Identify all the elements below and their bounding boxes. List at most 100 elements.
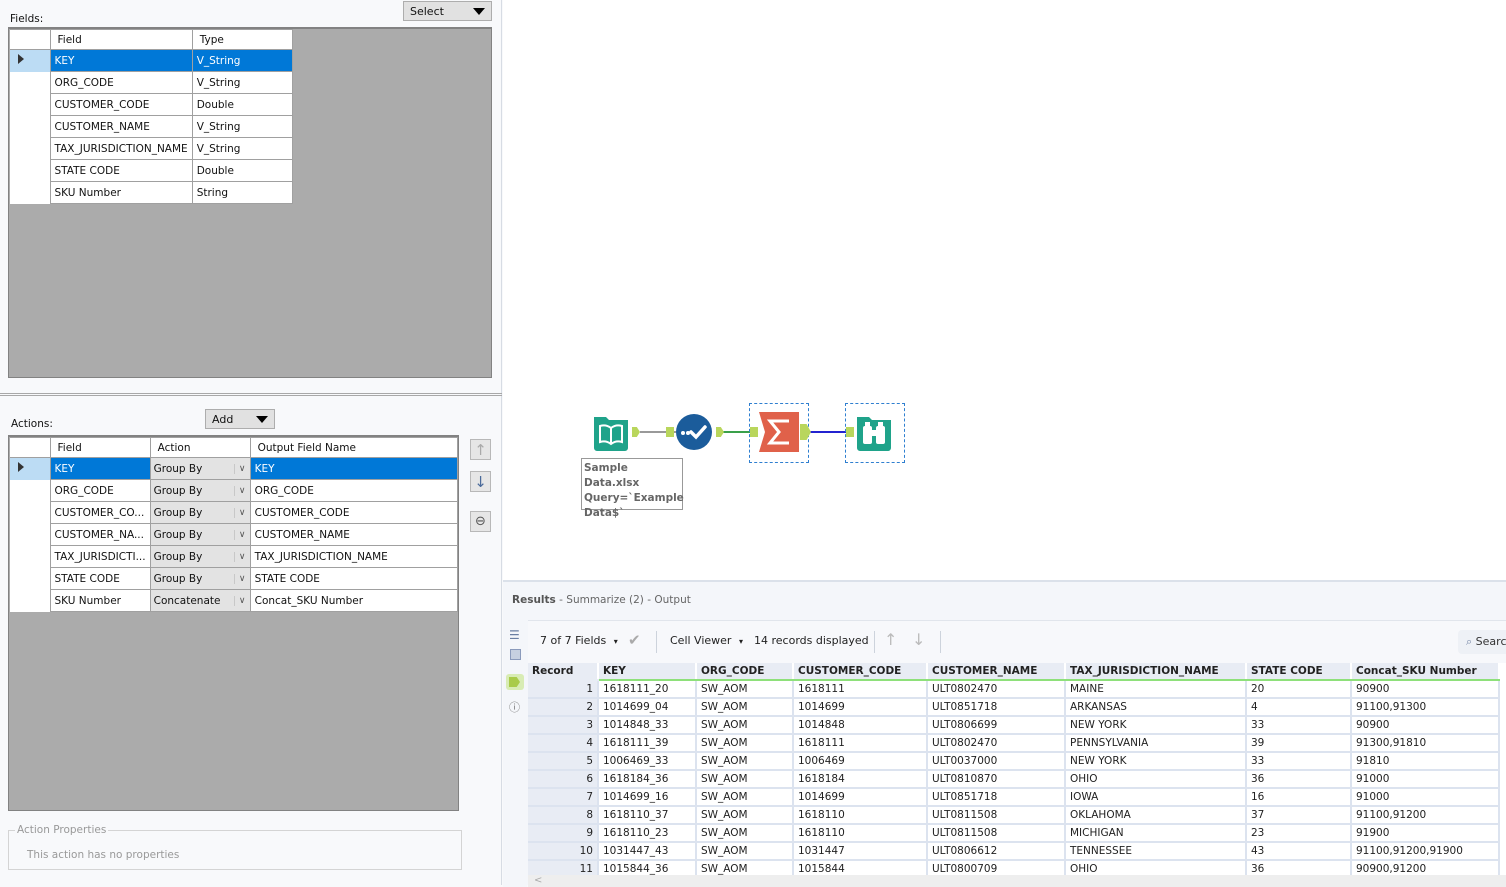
results-cell[interactable]: SW_AOM — [696, 680, 794, 699]
row-header[interactable] — [10, 49, 51, 72]
field-type-cell[interactable]: V_String — [191, 49, 293, 72]
select-tool[interactable] — [675, 413, 713, 451]
results-cell[interactable]: 1014699_16 — [598, 788, 697, 807]
results-column-header[interactable]: KEY — [598, 663, 697, 681]
results-cell[interactable]: OHIO — [1065, 860, 1247, 875]
help-icon[interactable]: ⓘ — [509, 699, 520, 715]
metadata-icon[interactable] — [510, 649, 521, 660]
results-cell[interactable]: MICHIGAN — [1065, 824, 1247, 843]
results-cell[interactable]: 1015844_36 — [598, 860, 697, 875]
results-cell[interactable]: ULT0037000 — [927, 752, 1066, 771]
results-cell[interactable]: 1031447_43 — [598, 842, 697, 861]
results-row[interactable]: 10 1031447_43 SW_AOM 1031447 ULT0806612 TENNE… — [528, 842, 1500, 861]
action-field-cell[interactable]: SKU Number — [49, 589, 151, 612]
record-number-cell[interactable]: 9 — [528, 824, 599, 843]
results-cell[interactable]: 1618110_37 — [598, 806, 697, 825]
field-name-cell[interactable]: CUSTOMER_CODE — [49, 93, 193, 116]
results-cell[interactable]: ULT0811508 — [927, 806, 1066, 825]
output-field-name-cell[interactable]: CUSTOMER_NAME — [249, 523, 458, 546]
chevron-down-icon[interactable]: ∨ — [233, 463, 250, 474]
action-row[interactable]: STATE CODE Group By ∨ STATE CODE — [10, 567, 458, 590]
results-cell[interactable]: 1006469 — [793, 752, 928, 771]
results-cell[interactable]: ULT0806699 — [927, 716, 1066, 735]
field-type-cell[interactable]: String — [191, 181, 293, 204]
record-number-cell[interactable]: 6 — [528, 770, 599, 789]
column-header-action[interactable]: Action — [149, 437, 251, 458]
results-cell[interactable]: 36 — [1246, 860, 1352, 875]
browse-tool[interactable] — [854, 412, 894, 452]
record-number-cell[interactable]: 1 — [528, 680, 599, 699]
results-cell[interactable]: ULT0806612 — [927, 842, 1066, 861]
results-cell[interactable]: SW_AOM — [696, 752, 794, 771]
field-type-cell[interactable]: Double — [191, 93, 293, 116]
results-cell[interactable]: 1618110 — [793, 824, 928, 843]
field-row[interactable]: CUSTOMER_NAME V_String — [10, 115, 293, 138]
results-cell[interactable]: SW_AOM — [696, 842, 794, 861]
record-number-cell[interactable]: 4 — [528, 734, 599, 753]
chevron-down-icon[interactable]: ∨ — [233, 595, 250, 606]
row-header[interactable] — [10, 181, 51, 204]
row-header[interactable] — [10, 523, 51, 546]
action-row[interactable]: KEY Group By ∨ KEY — [10, 457, 458, 480]
results-cell[interactable]: 90900,91200 — [1351, 860, 1500, 875]
results-cell[interactable]: 91900 — [1351, 824, 1500, 843]
column-header-type[interactable]: Type — [191, 29, 293, 50]
results-cell[interactable]: 39 — [1246, 734, 1352, 753]
results-cell[interactable]: SW_AOM — [696, 734, 794, 753]
field-name-cell[interactable]: CUSTOMER_NAME — [49, 115, 193, 138]
results-cell[interactable]: 1014699 — [793, 788, 928, 807]
summarize-tool[interactable] — [759, 412, 799, 452]
action-row[interactable]: CUSTOMER_NA... Group By ∨ CUSTOMER_NAME — [10, 523, 458, 546]
results-cell[interactable]: 1618110_23 — [598, 824, 697, 843]
column-header-field[interactable]: Field — [49, 29, 193, 50]
list-icon[interactable]: ☰ — [509, 628, 520, 642]
scroll-left-icon[interactable]: < — [534, 875, 542, 886]
input-anchor[interactable] — [750, 427, 758, 437]
chevron-down-icon[interactable]: ∨ — [233, 507, 250, 518]
horizontal-scrollbar[interactable]: < — [528, 875, 1506, 887]
field-name-cell[interactable]: STATE CODE — [49, 159, 193, 182]
results-cell[interactable]: ULT0802470 — [927, 734, 1066, 753]
action-field-cell[interactable]: CUSTOMER_CO... — [49, 501, 151, 524]
results-cell[interactable]: 91100,91200,91900 — [1351, 842, 1500, 861]
row-header[interactable] — [10, 567, 51, 590]
results-cell[interactable]: ULT0802470 — [927, 680, 1066, 699]
results-cell[interactable]: MAINE — [1065, 680, 1247, 699]
field-name-cell[interactable]: TAX_JURISDICTION_NAME — [49, 137, 193, 160]
row-header[interactable] — [10, 159, 51, 182]
results-cell[interactable]: ULT0800709 — [927, 860, 1066, 875]
results-cell[interactable]: OHIO — [1065, 770, 1247, 789]
results-cell[interactable]: 91100,91200 — [1351, 806, 1500, 825]
results-cell[interactable]: 1015844 — [793, 860, 928, 875]
field-type-cell[interactable]: Double — [191, 159, 293, 182]
results-row[interactable]: 4 1618111_39 SW_AOM 1618111 ULT0802470 PENNSY… — [528, 734, 1500, 753]
field-row[interactable]: TAX_JURISDICTION_NAME V_String — [10, 137, 293, 160]
scroll-down-button[interactable]: ↓ — [912, 630, 925, 649]
results-grid[interactable]: Record KEY ORG_CODE CUSTOMER_CODE CUSTOMER_N… — [528, 663, 1506, 875]
input-data-tool[interactable] — [591, 412, 631, 452]
row-header[interactable] — [10, 115, 51, 138]
input-anchor[interactable] — [846, 427, 854, 437]
action-select[interactable]: Group By ∨ — [149, 479, 251, 502]
results-cell[interactable]: 33 — [1246, 716, 1352, 735]
results-cell[interactable]: 33 — [1246, 752, 1352, 771]
field-type-cell[interactable]: V_String — [191, 71, 293, 94]
record-number-cell[interactable]: 10 — [528, 842, 599, 861]
record-number-cell[interactable]: 2 — [528, 698, 599, 717]
results-cell[interactable]: 1618111_20 — [598, 680, 697, 699]
results-cell[interactable]: ULT0851718 — [927, 788, 1066, 807]
results-cell[interactable]: SW_AOM — [696, 824, 794, 843]
field-row[interactable]: STATE CODE Double — [10, 159, 293, 182]
data-view-button[interactable] — [506, 674, 524, 690]
results-cell[interactable]: 20 — [1246, 680, 1352, 699]
cell-viewer-dropdown[interactable]: Cell Viewer ▾ — [670, 634, 743, 647]
results-row[interactable]: 11 1015844_36 SW_AOM 1015844 ULT0800709 OHIO 3… — [528, 860, 1500, 875]
move-up-button[interactable]: ↑ — [470, 439, 491, 460]
results-cell[interactable]: 1014699_04 — [598, 698, 697, 717]
results-column-header[interactable]: TAX_JURISDICTION_NAME — [1065, 663, 1247, 681]
results-column-header[interactable]: Record — [528, 663, 599, 681]
results-cell[interactable]: 1031447 — [793, 842, 928, 861]
field-row[interactable]: ORG_CODE V_String — [10, 71, 293, 94]
results-cell[interactable]: 4 — [1246, 698, 1352, 717]
field-row[interactable]: KEY V_String — [10, 49, 293, 72]
